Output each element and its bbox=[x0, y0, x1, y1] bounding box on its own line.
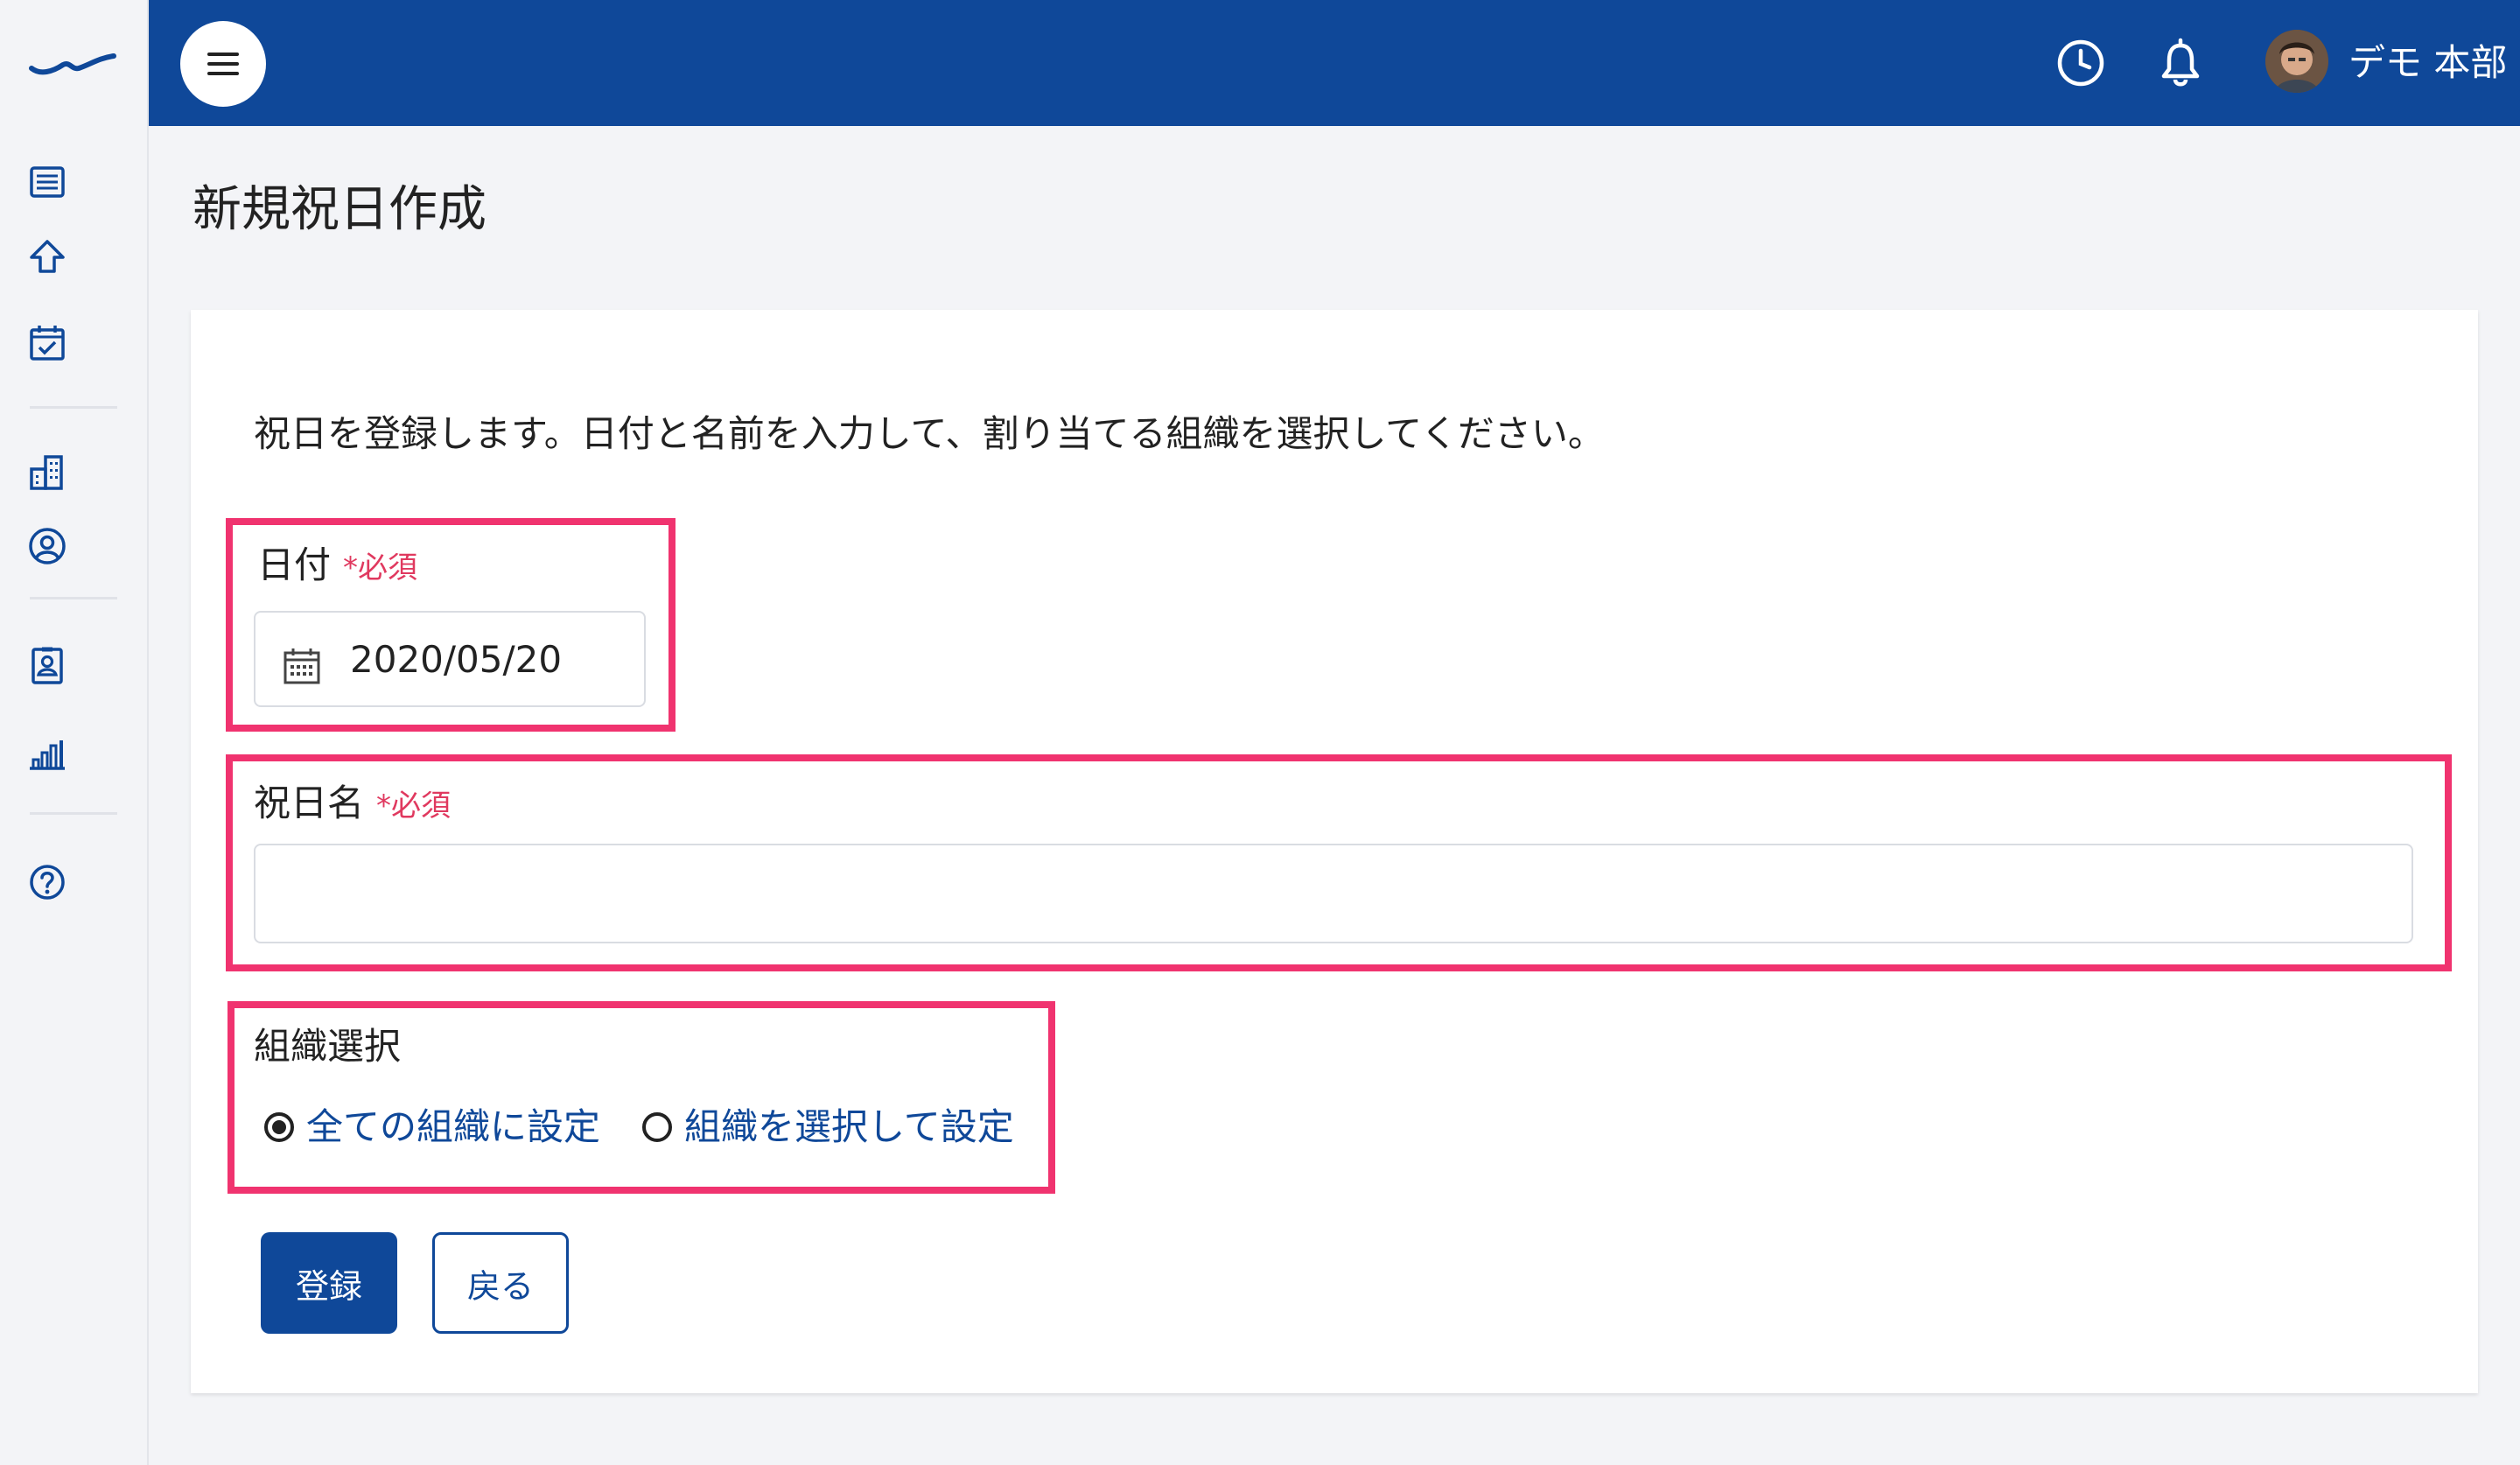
sidebar-item-help[interactable] bbox=[24, 859, 70, 905]
calendar-check-icon bbox=[30, 326, 65, 361]
radio-select-orgs-label[interactable]: 組織を選択して設定 bbox=[684, 1103, 1014, 1152]
sidebar-divider bbox=[30, 597, 117, 599]
org-select-label: 組織選択 bbox=[254, 1025, 402, 1068]
building-icon bbox=[30, 455, 63, 490]
avatar[interactable] bbox=[2265, 30, 2328, 93]
sidebar-item-upload[interactable] bbox=[24, 235, 70, 280]
user-circle-icon bbox=[29, 528, 66, 564]
menu-button[interactable] bbox=[180, 21, 266, 107]
logo-icon bbox=[29, 53, 116, 75]
user-photo-icon bbox=[2265, 30, 2328, 93]
bell-icon bbox=[2161, 38, 2200, 87]
page-description: 祝日を登録します。日付と名前を入力して、割り当てる組織を選択してください。 bbox=[254, 412, 1605, 455]
form-card: 祝日を登録します。日付と名前を入力して、割り当てる組織を選択してください。 日付… bbox=[191, 310, 2478, 1393]
help-icon bbox=[30, 865, 65, 900]
sidebar-item-id-card[interactable] bbox=[24, 642, 70, 688]
date-value: 2020/05/20 bbox=[350, 638, 563, 681]
date-label-text: 日付 bbox=[257, 543, 332, 586]
radio-select-orgs[interactable]: 組織を選択して設定 bbox=[642, 1103, 1014, 1152]
history-button[interactable] bbox=[2054, 37, 2107, 89]
back-button[interactable]: 戻る bbox=[432, 1232, 569, 1334]
calendar-icon bbox=[284, 648, 320, 684]
page-title: 新規祝日作成 bbox=[192, 181, 486, 238]
sidebar-item-list[interactable] bbox=[24, 159, 70, 205]
sidebar-item-reports[interactable] bbox=[24, 732, 70, 777]
radio-all-orgs[interactable]: 全ての組織に設定 bbox=[264, 1103, 600, 1152]
notifications-button[interactable] bbox=[2154, 37, 2207, 89]
top-header: デモ 本部 bbox=[149, 0, 2520, 126]
sidebar-divider bbox=[30, 406, 117, 409]
user-name[interactable]: デモ 本部 bbox=[2348, 39, 2507, 88]
holiday-name-input[interactable] bbox=[254, 844, 2413, 943]
name-field-label: 祝日名 *必須 bbox=[254, 779, 451, 831]
radio-button-unchecked[interactable] bbox=[642, 1112, 672, 1142]
submit-button[interactable]: 登録 bbox=[261, 1232, 397, 1334]
name-label-text: 祝日名 bbox=[254, 782, 365, 824]
date-input[interactable]: 2020/05/20 bbox=[254, 611, 646, 707]
sidebar-item-calendar[interactable] bbox=[24, 320, 70, 366]
radio-button-checked[interactable] bbox=[264, 1112, 294, 1142]
id-badge-icon bbox=[32, 647, 63, 684]
required-mark: *必須 bbox=[376, 789, 452, 824]
required-mark: *必須 bbox=[343, 550, 418, 585]
bar-chart-icon bbox=[30, 740, 65, 770]
sidebar-item-user[interactable] bbox=[24, 523, 70, 569]
sidebar bbox=[0, 0, 149, 1465]
sidebar-divider bbox=[30, 812, 117, 815]
clock-icon bbox=[2057, 39, 2104, 87]
date-field-label: 日付 *必須 bbox=[257, 541, 417, 592]
list-icon bbox=[30, 166, 65, 198]
arrow-up-icon bbox=[30, 240, 65, 273]
hamburger-icon bbox=[207, 53, 239, 75]
radio-all-orgs-label[interactable]: 全ての組織に設定 bbox=[306, 1103, 600, 1152]
sidebar-item-organization[interactable] bbox=[24, 450, 70, 495]
